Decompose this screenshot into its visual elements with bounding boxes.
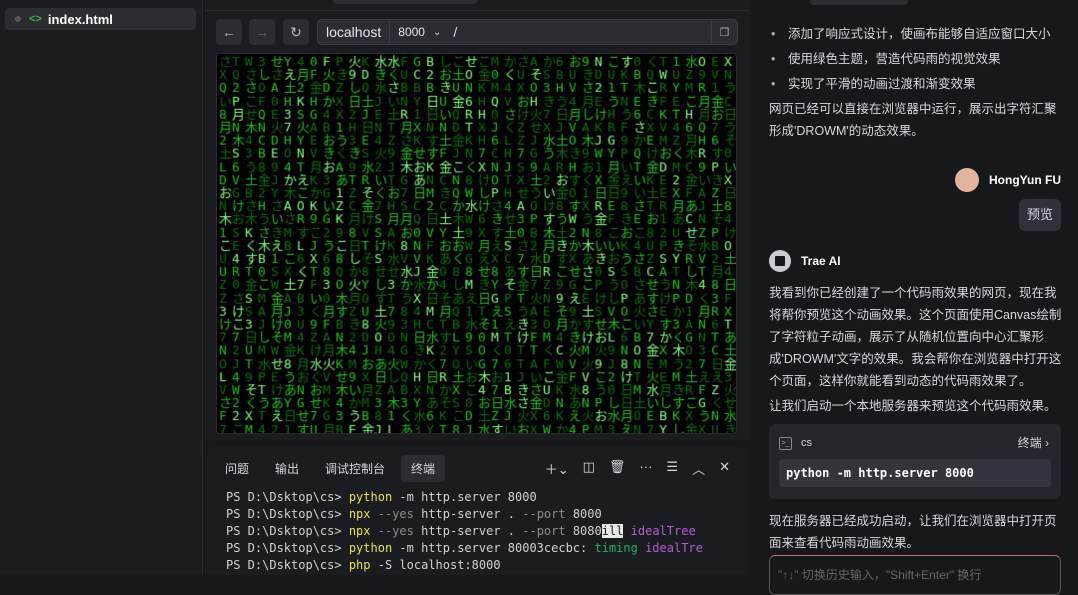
matrix-rain-canvas <box>216 53 737 434</box>
ai-message: 现在服务器已经成功启动，让我们在浏览器中打开页面来查看代码雨动画效果。 <box>769 514 1057 550</box>
command-card: >_ cs 终端 › python -m http.server 8000 <box>769 424 1061 499</box>
copy-icon[interactable]: ❐ <box>711 20 737 44</box>
settings-sliders-icon[interactable]: ☰ <box>666 459 678 478</box>
terminal-line: PS D:\Dsktop\cs> python -m http.server 8… <box>226 490 537 504</box>
list-item: 实现了平滑的动画过渡和渐变效果 <box>771 72 1051 97</box>
terminal-line: PS D:\Dsktop\cs> php -S localhost:8000 <box>226 558 501 572</box>
tab-problems[interactable]: 问题 <box>215 455 259 482</box>
reload-icon: ↻ <box>290 23 302 40</box>
terminal-line: PS D:\Dsktop\cs> npx --yes http-server .… <box>226 524 696 538</box>
terminal-line: PS D:\Dsktop\cs> npx --yes http-server .… <box>226 507 602 521</box>
forward-button[interactable]: → <box>249 19 275 45</box>
reload-button[interactable]: ↻ <box>283 19 309 45</box>
file-name: index.html <box>47 11 113 27</box>
more-icon[interactable]: ··· <box>639 459 652 478</box>
split-icon[interactable]: ◫ <box>583 459 595 478</box>
ai-message: 我看到你已经创建了一个代码雨效果的网页，现在我将帮你预览这个动画效果。这个页面使… <box>769 286 1062 388</box>
code-file-icon: <> <box>29 13 42 25</box>
status-dot <box>15 16 21 22</box>
summary-text: 网页已经可以直接在浏览器中运行，展示出字符汇聚形成'DROWM'的动态效果。 <box>769 102 1057 138</box>
user-name: HongYun FU <box>989 173 1061 187</box>
ai-avatar-icon <box>769 250 791 272</box>
chat-input[interactable]: "↑↓" 切换历史输入，"Shift+Enter" 换行 <box>769 555 1061 595</box>
list-item: 添加了响应式设计，使画布能够自适应窗口大小 <box>771 22 1051 47</box>
close-icon[interactable]: ✕ <box>719 459 730 478</box>
port-select[interactable]: 8000 <box>390 25 433 39</box>
chevron-down-icon[interactable]: ⌄ <box>433 27 441 38</box>
tab-debug-console[interactable]: 调试控制台 <box>315 455 395 482</box>
ai-message: 让我们启动一个本地服务器来预览这个代码雨效果。 <box>769 399 1057 413</box>
user-message: 预览 <box>1018 199 1061 231</box>
avatar <box>955 168 979 192</box>
chevron-up-icon[interactable]: ︿ <box>692 459 705 478</box>
tab-terminal[interactable]: 终端 <box>401 455 446 482</box>
plus-icon[interactable]: ＋⌄ <box>545 459 569 478</box>
open-terminal-link[interactable]: 终端 › <box>1018 432 1049 454</box>
terminal-output[interactable]: PS D:\Dsktop\cs> python -m http.server 8… <box>226 489 703 574</box>
command-text: python -m http.server 8000 <box>779 459 1051 487</box>
tab-output[interactable]: 输出 <box>265 455 309 482</box>
url-path[interactable]: / <box>453 24 457 40</box>
user-header: HongYun FU <box>955 168 1061 192</box>
terminal-icon: >_ <box>779 436 792 450</box>
terminal-panel: 问题 输出 调试控制台 终端 ＋⌄ ◫ 🗑 ··· ☰ ︿ ✕ PS D:\Ds… <box>207 447 748 575</box>
url-bar[interactable]: localhost 8000 ⌄ / ❐ <box>317 19 738 45</box>
back-button[interactable]: ← <box>216 19 242 45</box>
browser-preview: ← → ↻ localhost 8000 ⌄ / ❐ <box>205 0 750 440</box>
arrow-left-icon: ← <box>222 24 236 40</box>
command-dir: cs <box>801 437 812 449</box>
top-tab[interactable] <box>333 0 478 4</box>
list-item: 使用绿色主题，营造代码雨的视觉效果 <box>771 47 1051 72</box>
arrow-right-icon: → <box>255 24 269 40</box>
chat-panel: 添加了响应式设计，使画布能够自适应窗口大小 使用绿色主题，营造代码雨的视觉效果 … <box>755 0 1078 595</box>
scroll-header <box>810 0 908 5</box>
ai-header: Trae AI <box>769 250 841 272</box>
file-item-index[interactable]: <> index.html <box>5 8 196 30</box>
url-host[interactable]: localhost <box>318 20 391 44</box>
terminal-line: PS D:\Dsktop\cs> python -m http.server 8… <box>226 541 703 555</box>
trash-icon[interactable]: 🗑 <box>609 459 626 478</box>
file-explorer: <> index.html <box>0 0 203 575</box>
ai-name: Trae AI <box>801 254 841 268</box>
divider <box>205 10 750 11</box>
